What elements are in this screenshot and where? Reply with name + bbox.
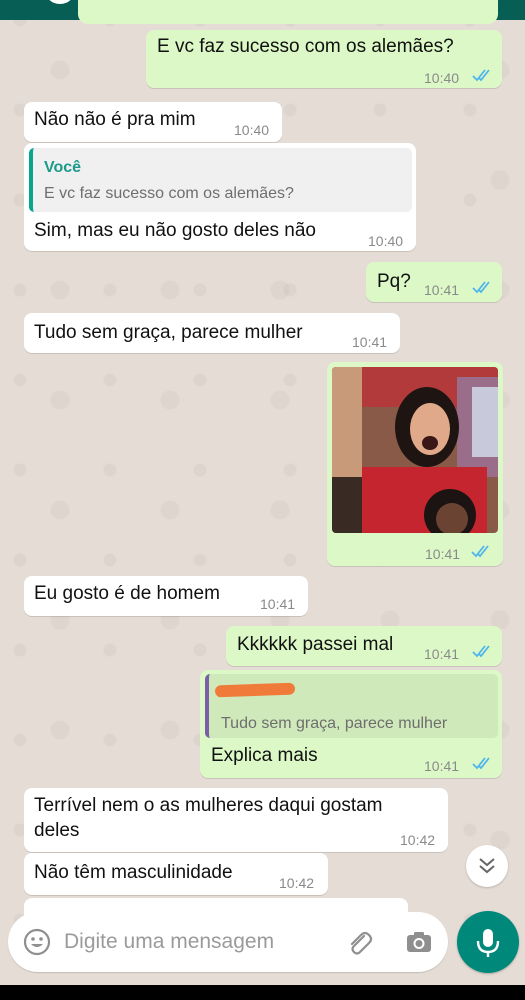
message-incoming[interactable]: Tudo sem graça, parece mulher 10:41: [24, 313, 400, 353]
message-text: Pq?: [377, 271, 411, 292]
camera-icon[interactable]: [404, 927, 434, 957]
message-incoming[interactable]: Eu gosto é de homem 10:41: [24, 576, 308, 616]
message-outgoing[interactable]: E vc faz sucesso com os alemães? 10:40: [146, 30, 502, 88]
message-text: E vc faz sucesso com os alemães?: [157, 36, 454, 57]
read-receipt-icon: [471, 545, 489, 558]
quoted-message[interactable]: Tudo sem graça, parece mulher: [205, 674, 498, 738]
message-outgoing-reply[interactable]: Tudo sem graça, parece mulher Explica ma…: [200, 670, 502, 778]
read-receipt-icon: [472, 69, 490, 82]
message-time: 10:40: [424, 70, 460, 86]
message-text: Sim, mas eu não gosto deles não: [34, 220, 317, 241]
quote-text: Tudo sem graça, parece mulher: [221, 715, 448, 732]
attach-icon[interactable]: [344, 927, 374, 957]
read-receipt-icon: [472, 281, 490, 294]
message-text: Explica mais: [211, 745, 318, 766]
message-time: 10:41: [424, 282, 460, 298]
message-time: 10:41: [260, 596, 296, 612]
scroll-down-button[interactable]: [466, 845, 508, 887]
emoji-icon[interactable]: [22, 927, 52, 957]
scroll-down-icon: [479, 858, 495, 874]
message-text: Não não é pra mim: [34, 109, 196, 130]
message-time: 10:41: [424, 646, 460, 662]
quote-author: Você: [44, 159, 82, 176]
message-incoming-reply[interactable]: Você E vc faz sucesso com os alemães? Si…: [24, 143, 416, 251]
message-time: 10:42: [400, 832, 436, 848]
message-composer[interactable]: Digite uma mensagem: [8, 912, 448, 972]
message-time: 10:42: [279, 875, 315, 891]
message-outgoing[interactable]: Kkkkkk passei mal 10:41: [226, 626, 502, 666]
redacted-author: [214, 682, 296, 698]
avatar[interactable]: [42, 0, 78, 6]
shared-photo[interactable]: [332, 367, 498, 533]
message-text-line-2: deles: [34, 820, 80, 841]
message-time: 10:40: [234, 122, 270, 138]
previous-bubble-edge: [78, 0, 498, 24]
quote-text: E vc faz sucesso com os alemães?: [44, 185, 294, 202]
mic-icon: [476, 929, 500, 957]
message-time: 10:41: [425, 546, 461, 562]
message-incoming[interactable]: Não não é pra mim 10:40: [24, 102, 282, 142]
message-incoming[interactable]: Não têm masculinidade 10:42: [24, 853, 328, 895]
system-nav-bar: [0, 985, 525, 1000]
message-text: Não têm masculinidade: [34, 862, 233, 883]
voice-message-button[interactable]: [457, 911, 519, 973]
message-text: Eu gosto é de homem: [34, 583, 220, 604]
message-time: 10:41: [352, 334, 388, 350]
message-outgoing[interactable]: Pq? 10:41: [366, 262, 502, 302]
message-incoming[interactable]: Terrível nem o as mulheres daqui gostam …: [24, 788, 448, 852]
message-text: Tudo sem graça, parece mulher: [34, 322, 303, 343]
read-receipt-icon: [472, 757, 490, 770]
read-receipt-icon: [472, 645, 490, 658]
message-text: Kkkkkk passei mal: [237, 634, 394, 655]
message-outgoing-image[interactable]: 10:41: [327, 362, 503, 566]
message-text-line-1: Terrível nem o as mulheres daqui gostam: [34, 795, 383, 816]
quoted-message[interactable]: Você E vc faz sucesso com os alemães?: [29, 148, 412, 212]
message-time: 10:40: [368, 233, 404, 249]
photo-image: [332, 367, 498, 533]
message-time: 10:41: [424, 758, 460, 774]
message-input[interactable]: Digite uma mensagem: [64, 930, 274, 954]
